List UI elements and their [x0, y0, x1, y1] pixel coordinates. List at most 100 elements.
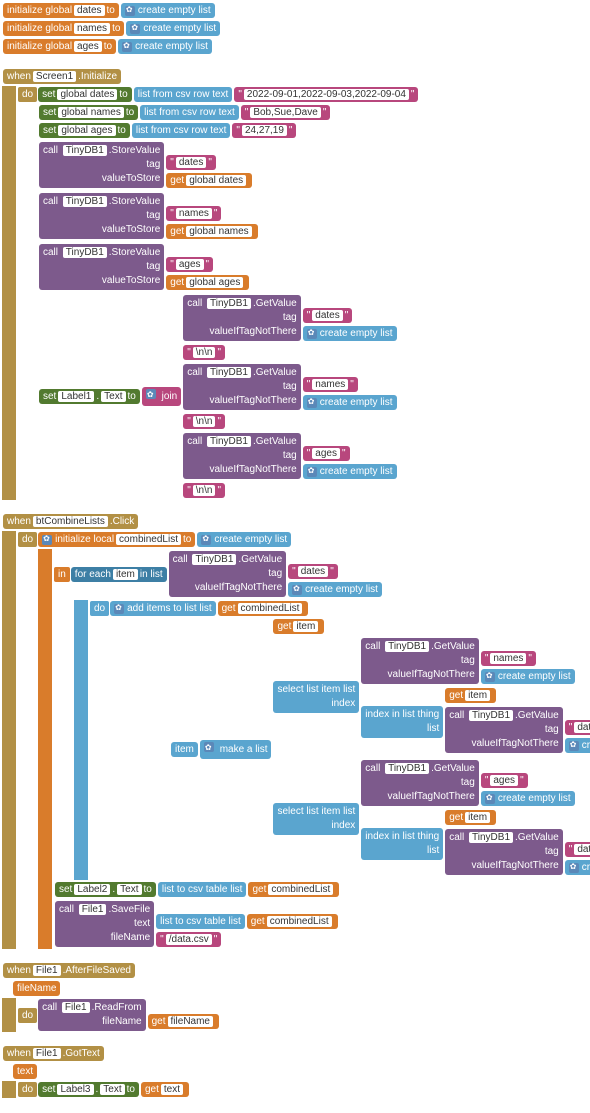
select-list-item[interactable]: select list item list index [273, 681, 359, 713]
call-tinydb-getvalue[interactable]: call TinyDB1.GetValue tag valueIfTagNotT… [445, 829, 563, 875]
call-tinydb-storevalue-ages[interactable]: call TinyDB1.StoreValue tag valueToStore [39, 244, 164, 290]
gear-icon[interactable] [146, 389, 156, 399]
gear-icon[interactable] [204, 742, 214, 752]
call-tinydb-storevalue-names[interactable]: call TinyDB1.StoreValue tag valueToStore [39, 193, 164, 239]
create-empty-list[interactable]: create empty list [197, 532, 291, 547]
init-global-names[interactable]: initialize global names to [3, 21, 124, 36]
get-var[interactable]: get global names [166, 224, 257, 239]
index-in-list[interactable]: index in list thing list [361, 828, 443, 860]
text-block[interactable]: "\n\n" [183, 345, 225, 360]
get-var[interactable]: get text [141, 1082, 189, 1097]
gear-icon[interactable] [307, 329, 317, 339]
gear-icon[interactable] [114, 604, 124, 614]
param-text[interactable]: text [13, 1064, 37, 1079]
call-tinydb-getvalue[interactable]: call TinyDB1.GetValue tag valueIfTagNotT… [183, 295, 301, 341]
join-block[interactable]: join [142, 387, 181, 406]
list-from-csv[interactable]: list from csv row text [134, 87, 233, 102]
text-block[interactable]: "\n\n" [183, 483, 225, 498]
create-empty-list[interactable]: create empty list [481, 791, 575, 806]
get-var[interactable]: get global ages [166, 275, 249, 290]
add-items-to-list[interactable]: add items to list list [110, 601, 216, 616]
text-block[interactable]: "\n\n" [183, 414, 225, 429]
text-block[interactable]: "/data.csv" [156, 932, 221, 947]
gear-icon[interactable] [485, 794, 495, 804]
get-var[interactable]: get item [273, 619, 324, 634]
make-a-list[interactable]: make a list [200, 740, 272, 759]
text-block[interactable]: "2022-09-01,2022-09-03,2022-09-04" [234, 87, 418, 102]
text-block[interactable]: "ages" [166, 257, 213, 272]
when-file1-afterfilesaved[interactable]: when File1.AfterFileSaved [3, 963, 135, 978]
call-tinydb-getvalue[interactable]: call TinyDB1.GetValue tag valueIfTagNotT… [183, 364, 301, 410]
call-tinydb-getvalue[interactable]: call TinyDB1.GetValue tag valueIfTagNotT… [183, 433, 301, 479]
text-block[interactable]: "dates" [166, 155, 216, 170]
text-block[interactable]: "names" [481, 651, 536, 666]
init-global-dates[interactable]: initialize global dates to [3, 3, 119, 18]
set-global-names[interactable]: set global names to [39, 105, 138, 120]
gear-icon[interactable] [307, 467, 317, 477]
gear-icon[interactable] [307, 398, 317, 408]
create-empty-list[interactable]: create empty list [288, 582, 382, 597]
set-label1-text[interactable]: set Label1.Text to [39, 389, 140, 404]
call-tinydb-getvalue[interactable]: call TinyDB1.GetValue tag valueIfTagNotT… [445, 707, 563, 753]
gear-icon[interactable] [485, 672, 495, 682]
get-var[interactable]: get fileName [148, 1014, 219, 1029]
call-tinydb-getvalue[interactable]: call TinyDB1.GetValue tag valueIfTagNotT… [361, 760, 479, 806]
text-block[interactable]: "names" [166, 206, 221, 221]
call-tinydb-storevalue-dates[interactable]: call TinyDB1.StoreValue tag valueToStore [39, 142, 164, 188]
index-in-list[interactable]: index in list thing list [361, 706, 443, 738]
call-file1-readfrom[interactable]: call File1.ReadFrom fileName [38, 999, 146, 1031]
call-tinydb-getvalue[interactable]: call TinyDB1.GetValue tag valueIfTagNotT… [169, 551, 287, 597]
text-block[interactable]: "dates" [565, 720, 590, 735]
gear-icon[interactable] [130, 24, 140, 34]
when-btcombinelists-click[interactable]: when btCombineLists.Click [3, 514, 138, 529]
set-global-ages[interactable]: set global ages to [39, 123, 130, 138]
text-block[interactable]: "dates" [288, 564, 338, 579]
gear-icon[interactable] [569, 863, 579, 873]
create-empty-list[interactable]: create empty list [303, 326, 397, 341]
text-block[interactable]: "dates" [303, 308, 353, 323]
get-var[interactable]: get item [445, 810, 496, 825]
create-empty-list[interactable]: create empty list [303, 464, 397, 479]
get-var[interactable]: get combinedList [247, 914, 338, 929]
get-var[interactable]: get combinedList [218, 601, 309, 616]
for-each-item[interactable]: for each item in list [71, 567, 167, 582]
gear-icon[interactable] [42, 535, 52, 545]
text-block[interactable]: "Bob,Sue,Dave" [241, 105, 331, 120]
when-file1-gottext[interactable]: when File1.GotText [3, 1046, 104, 1061]
get-var[interactable]: get global dates [166, 173, 252, 188]
list-from-csv[interactable]: list from csv row text [140, 105, 239, 120]
call-file1-savefile[interactable]: call File1.SaveFile text fileName [55, 901, 154, 947]
param-filename[interactable]: fileName [13, 981, 60, 996]
gear-icon[interactable] [122, 42, 132, 52]
init-local-combinedlist[interactable]: initialize local combinedList to [38, 532, 195, 547]
set-label2-text[interactable]: set Label2.Text to [55, 882, 156, 897]
init-global-ages[interactable]: initialize global ages to [3, 39, 116, 54]
set-label3-text[interactable]: set Label3.Text to [38, 1082, 139, 1097]
text-block[interactable]: "ages" [303, 446, 350, 461]
text-block[interactable]: "names" [303, 377, 358, 392]
get-var[interactable]: get item [445, 688, 496, 703]
create-empty-list[interactable]: create empty list [481, 669, 575, 684]
list-to-csv-table[interactable]: list to csv table list [156, 914, 245, 929]
list-to-csv-table[interactable]: list to csv table list [158, 882, 247, 897]
call-tinydb-getvalue[interactable]: call TinyDB1.GetValue tag valueIfTagNotT… [361, 638, 479, 684]
get-var[interactable]: get combinedList [248, 882, 339, 897]
create-empty-list[interactable]: create empty list [121, 3, 215, 18]
set-global-dates[interactable]: set global dates to [38, 87, 132, 102]
when-screen1-initialize[interactable]: when Screen1.Initialize [3, 69, 121, 84]
text-block[interactable]: "ages" [481, 773, 528, 788]
gear-icon[interactable] [125, 6, 135, 16]
text-block[interactable]: "dates" [565, 842, 590, 857]
select-list-item[interactable]: select list item list index [273, 803, 359, 835]
create-empty-list[interactable]: create empty list [118, 39, 212, 54]
text-block[interactable]: "24,27,19" [232, 123, 296, 138]
var-name[interactable]: dates [74, 5, 104, 16]
create-empty-list[interactable]: create empty list [126, 21, 220, 36]
create-empty-list[interactable]: create empty list [565, 738, 590, 753]
create-empty-list[interactable]: create empty list [565, 860, 590, 875]
list-from-csv[interactable]: list from csv row text [132, 123, 231, 138]
gear-icon[interactable] [569, 741, 579, 751]
gear-icon[interactable] [201, 535, 211, 545]
create-empty-list[interactable]: create empty list [303, 395, 397, 410]
gear-icon[interactable] [292, 585, 302, 595]
